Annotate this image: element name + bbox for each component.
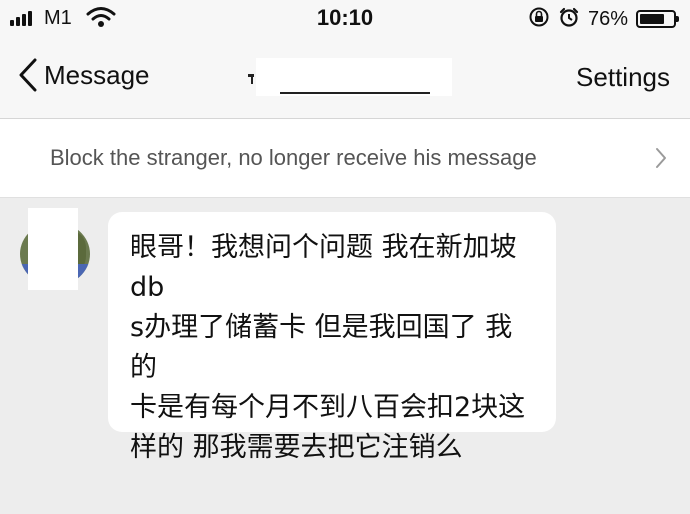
battery-percent: 76% (587, 7, 628, 30)
redacted-contact-name (248, 58, 454, 98)
block-stranger-bar[interactable]: Block the stranger, no longer receive hi… (0, 119, 690, 198)
avatar-redaction (28, 208, 78, 290)
message-text: 眼哥！我想问个问题 我在新加坡db s办理了储蓄卡 但是我回国了 我的 卡是有每… (130, 232, 526, 463)
back-button[interactable]: Message (18, 58, 150, 92)
message-bubble[interactable]: 眼哥！我想问个问题 我在新加坡db s办理了储蓄卡 但是我回国了 我的 卡是有每… (108, 212, 556, 463)
back-label: Message (44, 59, 150, 90)
navigation-bar: Message Settings (0, 38, 690, 119)
orientation-lock-icon (528, 6, 550, 32)
block-stranger-text: Block the stranger, no longer receive hi… (50, 145, 537, 170)
alarm-icon (558, 6, 580, 32)
battery-level-fill (640, 14, 664, 24)
status-bar: M1 10:10 76% (0, 0, 690, 38)
chevron-left-icon (19, 58, 37, 92)
chevron-right-icon (656, 148, 666, 168)
battery-icon (636, 10, 679, 28)
settings-button[interactable]: Settings (576, 62, 670, 93)
